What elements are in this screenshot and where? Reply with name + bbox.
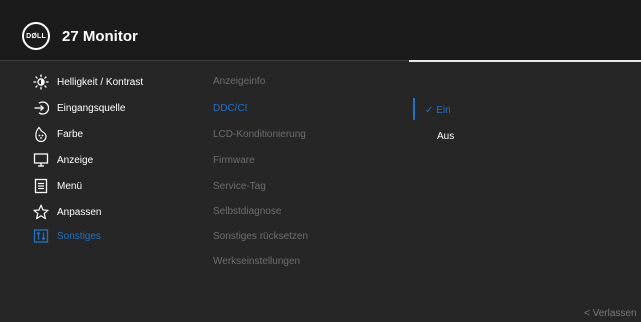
submenu-item-self-diagnostic[interactable]: Selbstdiagnose — [213, 206, 281, 217]
chevron-left-icon: < — [584, 308, 590, 319]
header-divider — [0, 60, 409, 61]
others-icon — [33, 228, 49, 244]
option-on[interactable]: ✓ Ein — [425, 105, 451, 116]
exit-label: Verlassen — [592, 308, 637, 319]
submenu-item-lcd-conditioning[interactable]: LCD-Konditionierung — [213, 129, 306, 140]
osd-header: DØLL 27 Monitor — [0, 0, 641, 60]
menu-item-brightness-contrast[interactable]: Helligkeit / Kontrast — [33, 72, 143, 92]
submenu-item-reset-others[interactable]: Sonstiges rücksetzen — [213, 231, 308, 242]
brightness-icon — [33, 74, 49, 90]
submenu-item-firmware[interactable]: Firmware — [213, 155, 255, 166]
menu-item-personalize[interactable]: Anpassen — [33, 202, 101, 222]
monitor-osd: DØLL 27 Monitor Helligkeit / Kontrast Ei… — [0, 0, 641, 322]
color-icon — [33, 126, 49, 142]
monitor-title: 27 Monitor — [62, 28, 138, 45]
menu-item-input-source[interactable]: Eingangsquelle — [33, 98, 125, 118]
submenu-item-display-info[interactable]: Anzeigeinfo — [213, 76, 265, 87]
menu-item-label: Helligkeit / Kontrast — [57, 76, 144, 88]
submenu-item-factory-reset[interactable]: Werkseinstellungen — [213, 256, 300, 267]
menu-item-label: Menü — [57, 180, 83, 192]
option-label: Ein — [436, 105, 451, 116]
menu-icon — [33, 178, 49, 194]
menu-item-label: Anpassen — [57, 206, 102, 218]
selection-indicator — [413, 98, 415, 120]
menu-item-label: Farbe — [57, 128, 84, 140]
menu-item-color[interactable]: Farbe — [33, 124, 83, 144]
menu-item-others[interactable]: Sonstiges — [33, 226, 101, 246]
input-source-icon — [33, 100, 49, 116]
menu-item-label: Eingangsquelle — [57, 102, 126, 114]
star-icon — [33, 204, 49, 220]
option-off[interactable]: Aus — [437, 131, 454, 142]
display-icon — [33, 152, 49, 168]
option-column-divider — [409, 60, 641, 62]
menu-item-display[interactable]: Anzeige — [33, 150, 93, 170]
menu-item-menu[interactable]: Menü — [33, 176, 82, 196]
submenu-item-service-tag[interactable]: Service-Tag — [213, 181, 266, 192]
menu-item-label: Sonstiges — [57, 230, 101, 242]
checkmark-icon: ✓ — [425, 105, 434, 116]
exit-button[interactable]: < Verlassen — [584, 308, 637, 319]
menu-item-label: Anzeige — [57, 154, 94, 166]
dell-logo: DØLL — [22, 22, 50, 50]
submenu-item-ddc-ci[interactable]: DDC/CI — [213, 103, 247, 114]
